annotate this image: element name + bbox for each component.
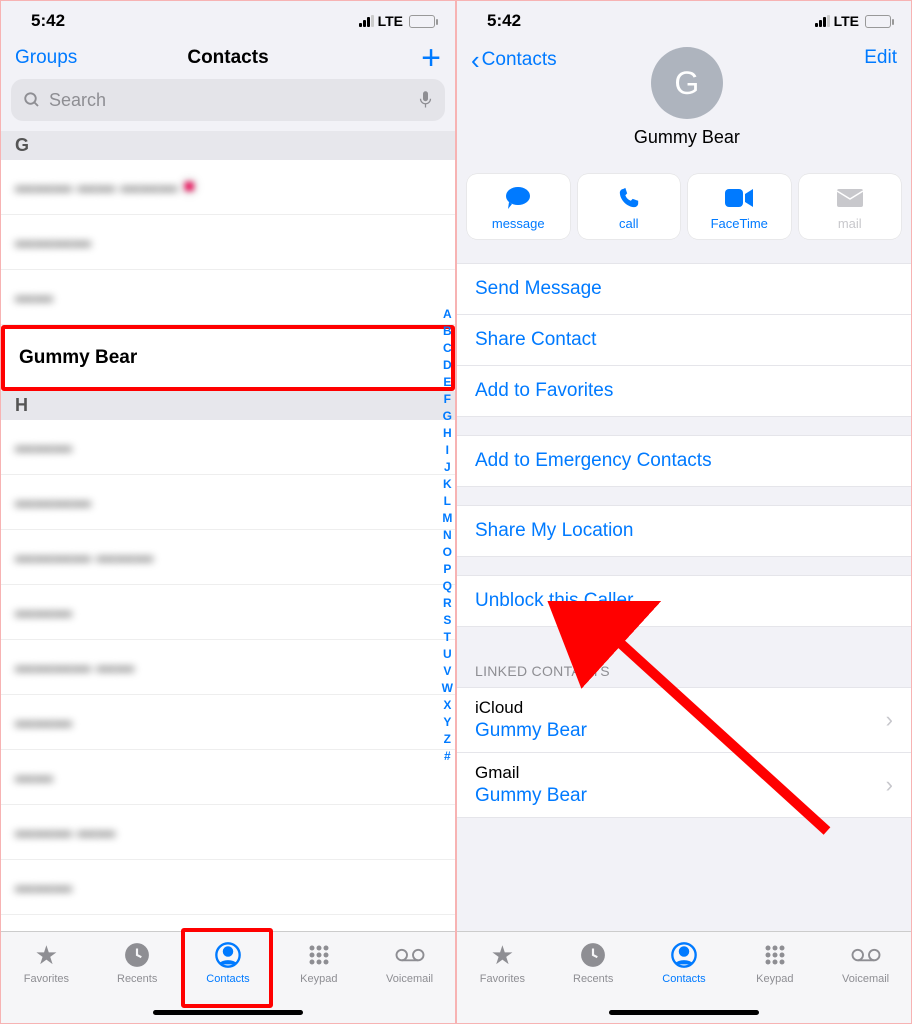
home-indicator[interactable] [153,1010,303,1015]
add-to-favorites-button[interactable]: Add to Favorites [457,366,911,417]
contact-row-gummy-bear[interactable]: Gummy Bear [1,325,455,391]
facetime-button[interactable]: FaceTime [688,174,791,239]
annotation-box [181,928,273,1008]
chevron-left-icon: ‹ [471,47,480,73]
status-indicators: LTE [359,13,435,29]
quick-actions: message call FaceTime mail [457,166,911,253]
add-emergency-button[interactable]: Add to Emergency Contacts [457,436,911,487]
contact-header: G Gummy Bear [634,47,740,156]
status-bar: 5:42 LTE [457,1,911,41]
contact-row[interactable]: ▬▬▬ [1,585,455,640]
contact-name: Gummy Bear [634,127,740,148]
back-button[interactable]: ‹ Contacts [471,47,557,73]
battery-icon [409,15,435,28]
contact-row[interactable]: ▬▬▬ [1,420,455,475]
video-icon [725,184,753,212]
clock-icon [124,940,150,970]
signal-icon [359,15,374,27]
home-indicator[interactable] [609,1010,759,1015]
clock: 5:42 [31,11,65,31]
clock-icon [580,940,606,970]
contact-row[interactable]: ▬▬ [1,750,455,805]
send-message-button[interactable]: Send Message [457,264,911,315]
tab-voicemail[interactable]: Voicemail [826,940,906,985]
nav-bar: Groups Contacts + [1,41,455,79]
contacts-list-screen: 5:42 LTE Groups Contacts + Search G ▬▬▬ … [0,0,456,1024]
contact-row[interactable]: ▬▬▬▬ ▬▬ [1,640,455,695]
tab-keypad[interactable]: Keypad [735,940,815,985]
voicemail-icon [851,940,881,970]
status-bar: 5:42 LTE [1,1,455,41]
star-icon: ★ [35,940,58,970]
call-button[interactable]: call [578,174,681,239]
groups-button[interactable]: Groups [15,47,95,69]
tab-recents[interactable]: Recents [97,940,177,985]
share-location-button[interactable]: Share My Location [457,506,911,557]
linked-contact-icloud[interactable]: iCloud Gummy Bear › [457,687,911,753]
search-input[interactable]: Search [11,79,445,121]
star-icon: ★ [491,940,514,970]
message-icon [504,184,532,212]
tab-contacts[interactable]: Contacts [644,940,724,985]
tab-keypad[interactable]: Keypad [279,940,359,985]
alpha-index[interactable]: ABCDEFGHIJKLMNOPQRSTUVWXYZ# [442,306,453,765]
keypad-icon [307,940,331,970]
contact-row[interactable]: ▬▬▬ [1,860,455,915]
status-indicators: LTE [815,13,891,29]
contact-detail-screen: 5:42 LTE ‹ Contacts G Gummy Bear Edit me… [456,0,912,1024]
chevron-right-icon: › [886,772,893,798]
section-header-g: G [1,131,455,160]
action-list: Send Message Share Contact Add to Favori… [457,253,911,818]
search-icon [23,91,41,109]
battery-icon [865,15,891,28]
contact-row[interactable]: ▬▬▬ ▬▬ [1,805,455,860]
tab-favorites[interactable]: ★ Favorites [6,940,86,985]
avatar: G [651,47,723,119]
tab-favorites[interactable]: ★ Favorites [462,940,542,985]
tab-voicemail[interactable]: Voicemail [370,940,450,985]
add-contact-button[interactable]: + [361,50,441,67]
person-circle-icon [670,940,698,970]
network-label: LTE [378,13,403,29]
edit-button[interactable]: Edit [817,47,897,69]
mail-button: mail [799,174,902,239]
contact-list[interactable]: G ▬▬▬ ▬▬ ▬▬▬ ▬▬▬▬ ▬▬ Gummy Bear H ▬▬▬ ▬▬… [1,131,455,931]
linked-contacts-header: LINKED CONTACTS [457,645,911,687]
keypad-icon [763,940,787,970]
unblock-caller-button[interactable]: Unblock this Caller [457,576,911,627]
microphone-icon[interactable] [418,90,433,110]
clock: 5:42 [487,11,521,31]
network-label: LTE [834,13,859,29]
contact-row[interactable]: ▬▬▬▬ [1,475,455,530]
tab-recents[interactable]: Recents [553,940,633,985]
contact-row[interactable]: ▬▬▬ ▬▬ ▬▬▬ [1,160,455,215]
contact-row[interactable]: ▬▬▬▬ [1,215,455,270]
plus-icon: + [421,50,441,67]
phone-icon [618,184,640,212]
search-placeholder: Search [49,90,410,111]
share-contact-button[interactable]: Share Contact [457,315,911,366]
chevron-right-icon: › [886,707,893,733]
contact-row[interactable]: ▬▬ [1,270,455,325]
message-button[interactable]: message [467,174,570,239]
page-title: Contacts [187,47,268,69]
mail-icon [837,184,863,212]
contact-row[interactable]: ▬▬▬ [1,695,455,750]
linked-contact-gmail[interactable]: Gmail Gummy Bear › [457,753,911,818]
tab-bar: ★ Favorites Recents Contacts Keypad Vo [457,931,911,1023]
search-row: Search [1,79,455,131]
contact-row[interactable]: ▬▬▬▬ ▬▬▬ [1,530,455,585]
nav-bar: ‹ Contacts G Gummy Bear Edit [457,41,911,166]
section-header-h: H [1,391,455,420]
signal-icon [815,15,830,27]
tab-bar: ★ Favorites Recents Contacts Keypad Vo [1,931,455,1023]
voicemail-icon [395,940,425,970]
